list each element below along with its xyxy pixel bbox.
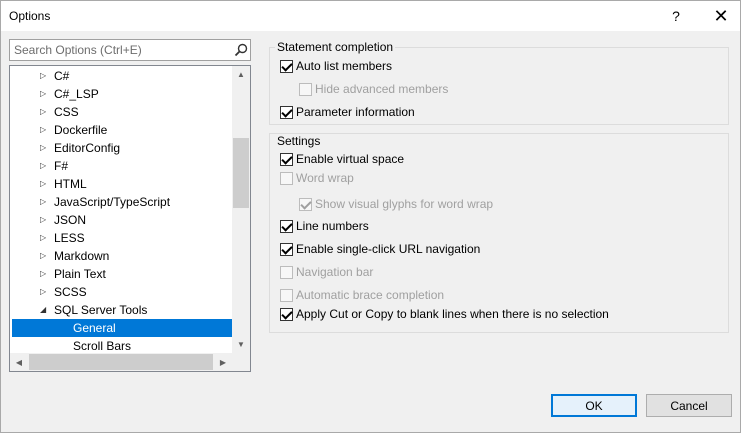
tree-item-json[interactable]: ▷ JSON <box>10 211 232 229</box>
tree-item-javascript-typescript[interactable]: ▷ JavaScript/TypeScript <box>10 193 232 211</box>
scroll-thumb[interactable] <box>29 354 213 370</box>
tree-item-general[interactable]: General <box>12 319 232 337</box>
expand-arrow-icon[interactable]: ▷ <box>40 175 46 193</box>
ok-button[interactable]: OK <box>551 394 637 417</box>
scroll-down-icon[interactable]: ▼ <box>232 336 250 353</box>
tree-item-editorconfig[interactable]: ▷ EditorConfig <box>10 139 232 157</box>
tree-item-markdown[interactable]: ▷ Markdown <box>10 247 232 265</box>
expand-arrow-icon[interactable]: ▷ <box>40 121 46 139</box>
expand-arrow-icon[interactable]: ▷ <box>40 67 46 85</box>
checkbox-box[interactable] <box>280 289 293 302</box>
close-button[interactable]: ✕ <box>698 1 741 31</box>
expand-arrow-icon[interactable]: ▷ <box>40 103 46 121</box>
tree-item-scss[interactable]: ▷ SCSS <box>10 283 232 301</box>
search-input[interactable] <box>10 40 230 60</box>
tree-item-less[interactable]: ▷ LESS <box>10 229 232 247</box>
expand-arrow-icon[interactable]: ▷ <box>40 247 46 265</box>
scroll-up-icon[interactable]: ▲ <box>232 66 250 83</box>
tree-item-css[interactable]: ▷ CSS <box>10 103 232 121</box>
expand-arrow-icon[interactable]: ▷ <box>40 229 46 247</box>
settings-title: Settings <box>275 134 323 148</box>
tree-item-fsharp[interactable]: ▷ F# <box>10 157 232 175</box>
options-dialog: Options ? ✕ ▷ C# ▷ C#_LSP ▷ CSS ▷ Docker… <box>0 0 741 433</box>
checkbox-box[interactable] <box>280 153 293 166</box>
search-box <box>9 39 251 61</box>
dialog-title: Options <box>9 9 51 23</box>
options-tree[interactable]: ▷ C# ▷ C#_LSP ▷ CSS ▷ Dockerfile ▷ Edito… <box>9 65 251 372</box>
tree-item-dockerfile[interactable]: ▷ Dockerfile <box>10 121 232 139</box>
expand-arrow-icon[interactable]: ▷ <box>40 85 46 103</box>
checkbox-box[interactable] <box>280 308 293 321</box>
scroll-thumb[interactable] <box>233 138 249 208</box>
tree-item-csharp[interactable]: ▷ C# <box>10 67 232 85</box>
expand-arrow-icon[interactable]: ▷ <box>40 157 46 175</box>
expand-arrow-icon[interactable]: ▷ <box>40 139 46 157</box>
checkbox-box[interactable] <box>299 198 312 211</box>
collapse-arrow-icon[interactable]: ◢ <box>40 301 46 319</box>
checkbox-box[interactable] <box>280 220 293 233</box>
scroll-right-icon[interactable]: ▶ <box>214 353 232 371</box>
tree-item-sql-server-tools[interactable]: ◢ SQL Server Tools <box>10 301 232 319</box>
checkbox-box[interactable] <box>280 60 293 73</box>
help-button[interactable]: ? <box>653 1 699 31</box>
tree-vertical-scrollbar[interactable]: ▲ ▼ <box>232 66 250 353</box>
statement-completion-title: Statement completion <box>275 40 396 54</box>
expand-arrow-icon[interactable]: ▷ <box>40 193 46 211</box>
title-bar: Options ? ✕ <box>1 1 740 31</box>
tree-item-plain-text[interactable]: ▷ Plain Text <box>10 265 232 283</box>
tree-horizontal-scrollbar[interactable]: ◀ ▶ <box>10 353 250 371</box>
expand-arrow-icon[interactable]: ▷ <box>40 211 46 229</box>
checkbox-box[interactable] <box>280 266 293 279</box>
checkbox-box[interactable] <box>299 83 312 96</box>
search-icon[interactable] <box>234 43 248 57</box>
tree-item-csharp-lsp[interactable]: ▷ C#_LSP <box>10 85 232 103</box>
tree-item-html[interactable]: ▷ HTML <box>10 175 232 193</box>
expand-arrow-icon[interactable]: ▷ <box>40 283 46 301</box>
scrollbar-corner <box>232 353 250 371</box>
checkbox-box[interactable] <box>280 243 293 256</box>
expand-arrow-icon[interactable]: ▷ <box>40 265 46 283</box>
checkbox-box[interactable] <box>280 106 293 119</box>
checkbox-box[interactable] <box>280 172 293 185</box>
cancel-button[interactable]: Cancel <box>646 394 732 417</box>
scroll-left-icon[interactable]: ◀ <box>10 353 28 371</box>
